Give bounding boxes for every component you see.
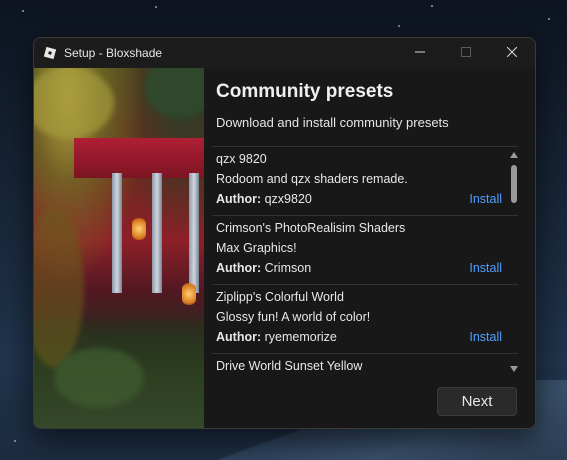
page-title: Community presets — [216, 81, 394, 102]
preset-author: Author: ryememorize — [216, 330, 337, 344]
preset-name: qzx 9820 — [216, 152, 267, 166]
title-bar[interactable]: Setup - Bloxshade — [34, 38, 535, 68]
install-link[interactable]: Install — [469, 330, 502, 344]
close-button[interactable] — [489, 38, 535, 68]
wallpaper-star — [22, 10, 24, 12]
maximize-icon — [461, 44, 471, 62]
window-controls — [397, 38, 535, 68]
author-name: Crimson — [264, 261, 312, 275]
author-label: Author: — [216, 330, 262, 344]
wallpaper-star — [14, 440, 16, 442]
install-link[interactable]: Install — [469, 192, 502, 206]
window-title: Setup - Bloxshade — [64, 46, 163, 60]
next-button[interactable]: Next — [437, 387, 517, 416]
scroll-down-button[interactable] — [509, 363, 518, 373]
preset-list-scrollbar[interactable] — [509, 147, 518, 375]
install-link[interactable]: Install — [469, 261, 502, 275]
maximize-button[interactable] — [443, 38, 489, 68]
preset-list[interactable]: qzx 9820 Rodoom and qzx shaders remade. … — [212, 146, 518, 375]
preset-description: Max Graphics! — [216, 241, 297, 255]
preset-item: qzx 9820 Rodoom and qzx shaders remade. … — [212, 147, 518, 216]
author-label: Author: — [216, 192, 262, 206]
content-panel: Community presets Download and install c… — [204, 68, 535, 428]
triangle-down-icon — [510, 359, 518, 375]
scroll-thumb[interactable] — [511, 165, 517, 203]
minimize-icon — [415, 44, 425, 62]
close-icon — [506, 44, 518, 62]
preset-name: Crimson's PhotoRealisim Shaders — [216, 221, 406, 235]
wallpaper-star — [548, 18, 550, 20]
page-subtitle: Download and install community presets — [216, 115, 449, 130]
preset-description: Rodoom and qzx shaders remade. — [216, 172, 408, 186]
preset-author: Author: qzx9820 — [216, 192, 312, 206]
minimize-button[interactable] — [397, 38, 443, 68]
author-name: qzx9820 — [264, 192, 312, 206]
preset-description: Glossy fun! A world of color! — [216, 310, 371, 324]
preset-item: Ziplipp's Colorful World Glossy fun! A w… — [212, 285, 518, 354]
wallpaper-star — [398, 25, 400, 27]
triangle-up-icon — [510, 147, 518, 163]
preset-author: Author: Crimson — [216, 261, 311, 275]
preset-name: Drive World Sunset Yellow — [216, 359, 363, 373]
wizard-side-image — [34, 68, 204, 428]
wallpaper-star — [155, 6, 157, 8]
preset-name: Ziplipp's Colorful World — [216, 290, 344, 304]
scroll-up-button[interactable] — [509, 149, 518, 159]
author-label: Author: — [216, 261, 262, 275]
preset-item: Drive World Sunset Yellow — [212, 354, 518, 375]
preset-item: Crimson's PhotoRealisim Shaders Max Grap… — [212, 216, 518, 285]
setup-window: Setup - Bloxshade Community presets Down… — [33, 37, 536, 429]
wallpaper-star — [431, 5, 433, 7]
bloxshade-logo-icon — [43, 46, 57, 60]
author-name: ryememorize — [264, 330, 337, 344]
